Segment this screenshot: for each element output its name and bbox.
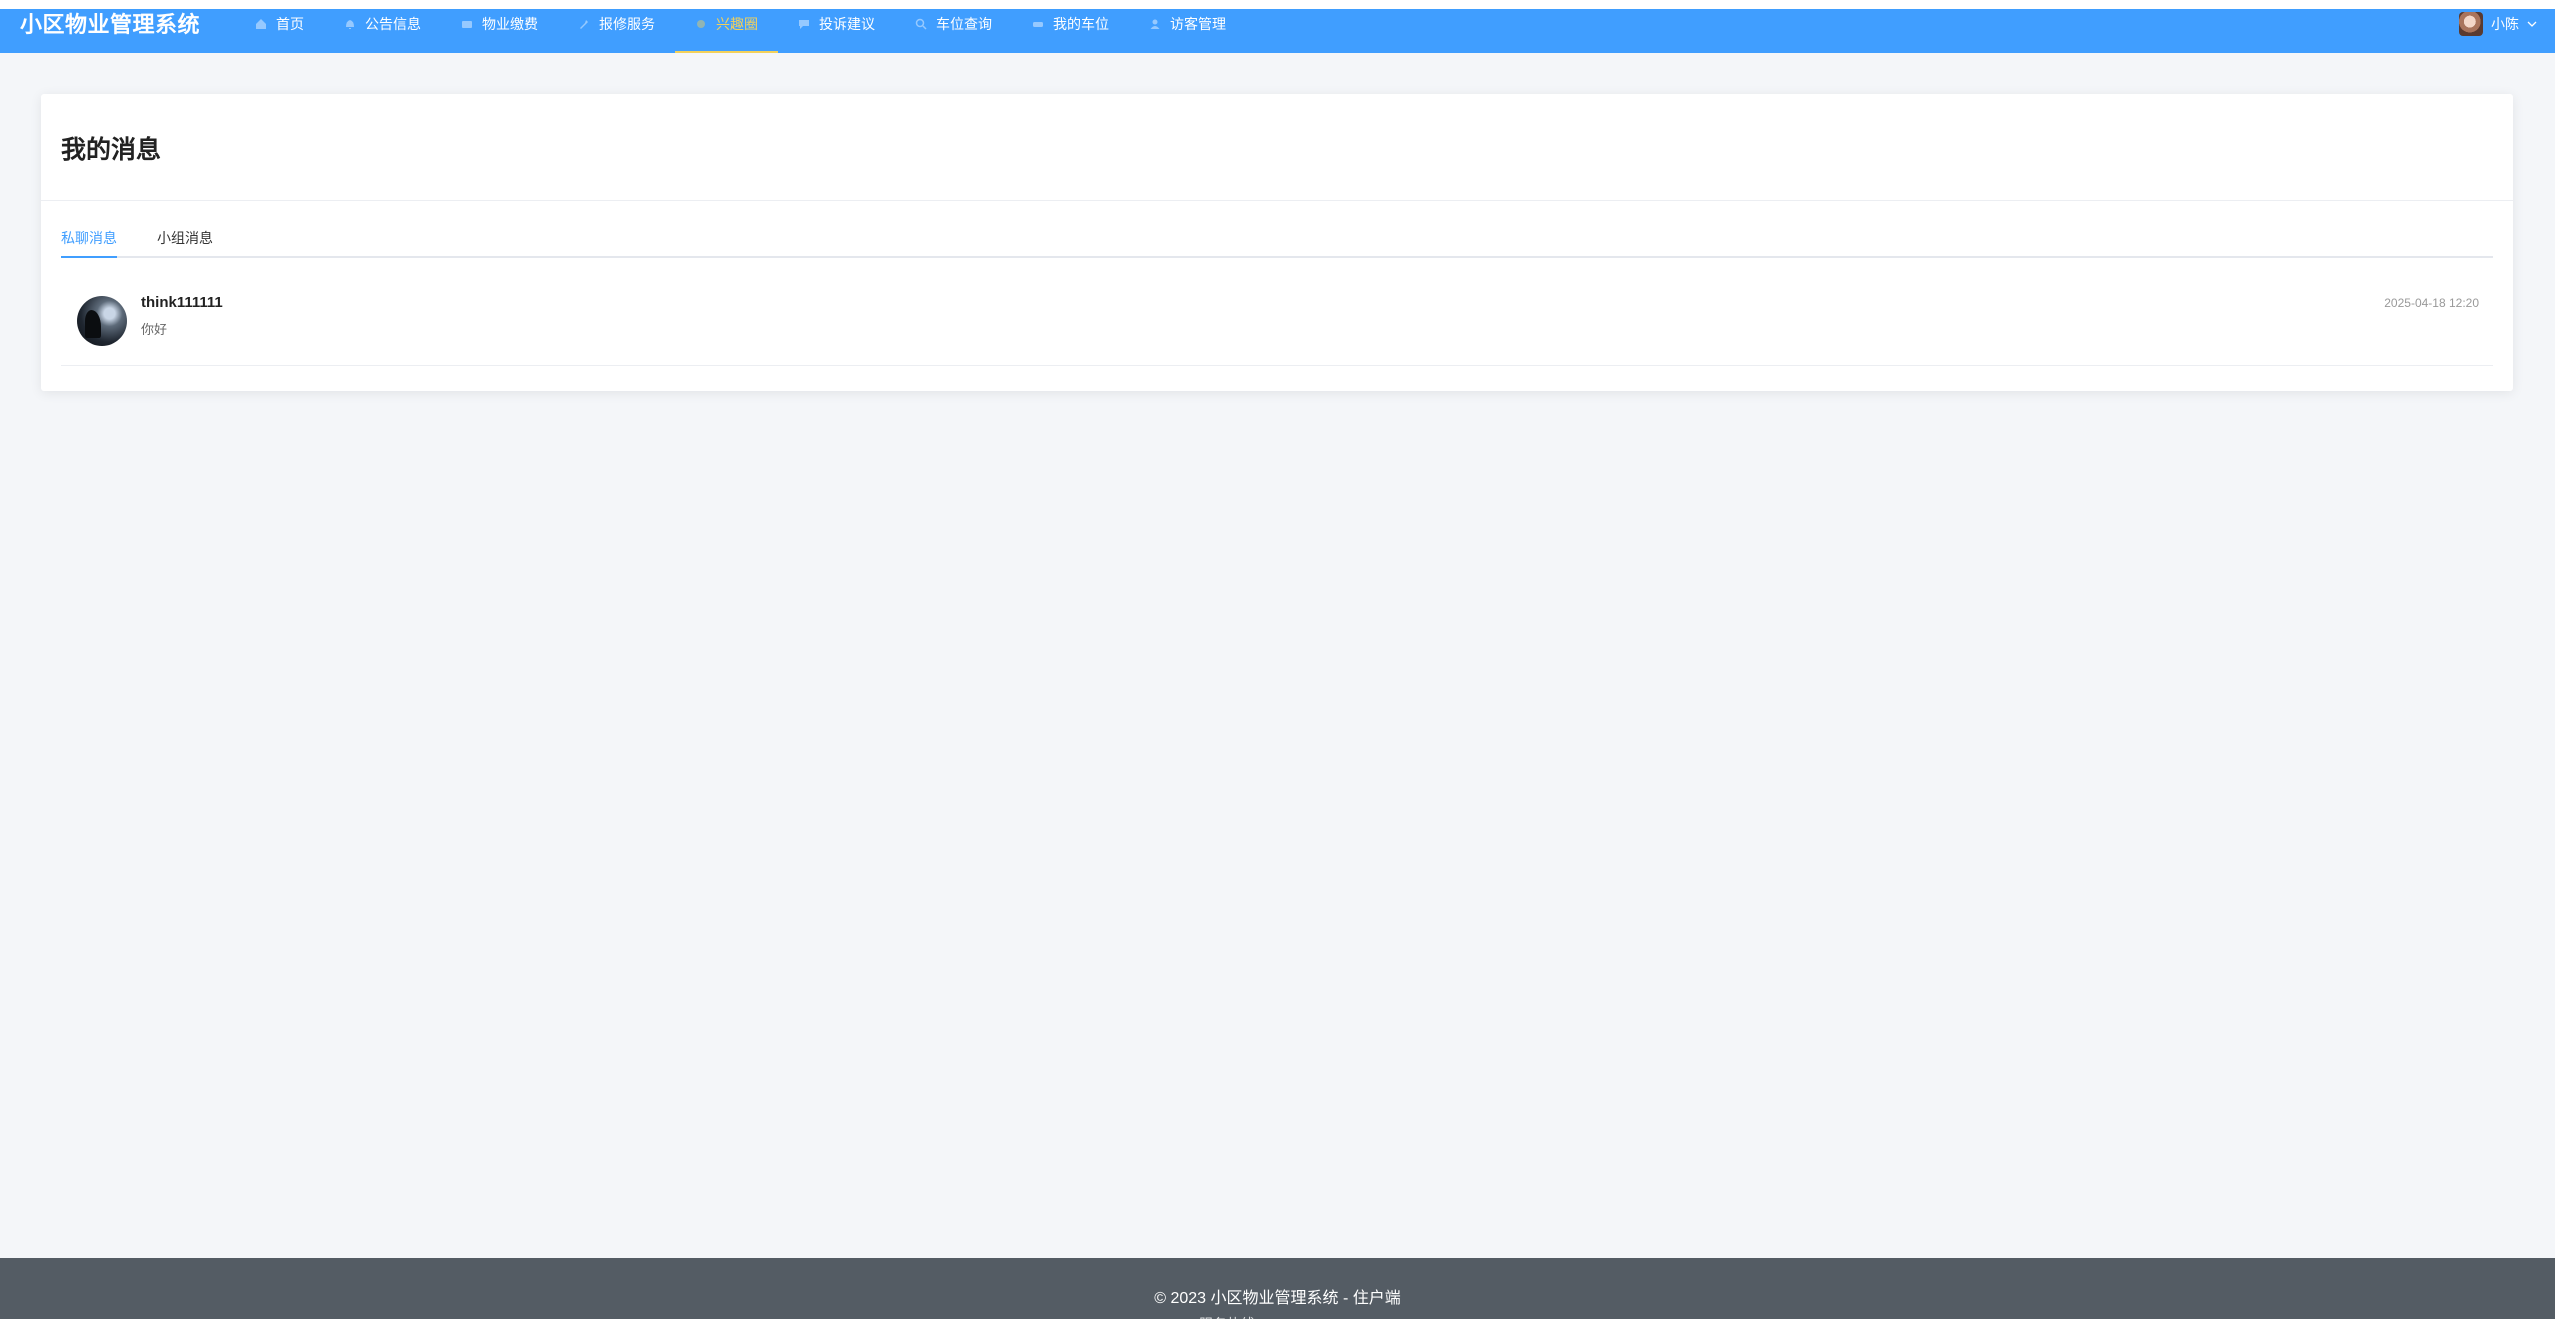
user-icon [1150, 19, 1160, 29]
messages-card: 我的消息 私聊消息 小组消息 think111111 你好 2025-04-18… [41, 94, 2513, 391]
nav-item-property-fees[interactable]: 物业缴费 [441, 9, 558, 53]
search-icon [915, 18, 927, 30]
sender-name: think111111 [141, 294, 223, 311]
nav-item-parking-search[interactable]: 车位查询 [895, 9, 1012, 53]
nav-item-complaints[interactable]: 投诉建议 [778, 9, 895, 53]
home-icon [256, 19, 266, 29]
bottom-strip [0, 1319, 2555, 1331]
nav-item-label: 报修服务 [599, 16, 655, 32]
nav-item-home[interactable]: 首页 [235, 9, 324, 53]
top-strip [0, 0, 2555, 9]
user-name: 小陈 [2491, 16, 2519, 32]
chat-icon [799, 20, 809, 29]
user-menu[interactable]: 小陈 [2459, 9, 2537, 39]
message-timestamp: 2025-04-18 12:20 [2384, 296, 2479, 310]
circle-icon [697, 20, 705, 28]
nav-item-label: 投诉建议 [819, 16, 875, 32]
nav-item-label: 物业缴费 [482, 16, 538, 32]
chevron-down-icon[interactable] [2527, 19, 2537, 29]
nav-item-my-parking[interactable]: 我的车位 [1012, 9, 1129, 53]
message-item[interactable]: think111111 你好 2025-04-18 12:20 [61, 270, 2493, 366]
nav-item-label: 首页 [276, 16, 304, 32]
nav-item-visitors[interactable]: 访客管理 [1129, 9, 1246, 53]
nav-item-interest-circle[interactable]: 兴趣圈 [675, 9, 778, 53]
nav-item-label: 车位查询 [936, 16, 992, 32]
message-preview: 你好 [141, 322, 168, 337]
main-nav: 首页 公告信息 物业缴费 报修服务 兴趣圈 投诉建议 车位查询 我的车位 访客管… [235, 9, 1246, 53]
nav-item-repair-service[interactable]: 报修服务 [558, 9, 675, 53]
nav-item-label: 公告信息 [365, 16, 421, 32]
top-header: 小区物业管理系统 首页 公告信息 物业缴费 报修服务 兴趣圈 投诉建议 车位查询… [0, 9, 2555, 53]
user-avatar[interactable] [2459, 12, 2483, 36]
tab-group-messages[interactable]: 小组消息 [157, 228, 213, 256]
nav-item-label: 访客管理 [1170, 16, 1226, 32]
nav-item-label: 兴趣圈 [716, 16, 758, 32]
bell-icon [346, 20, 354, 29]
car-icon [1033, 22, 1043, 27]
page: 小区物业管理系统 首页 公告信息 物业缴费 报修服务 兴趣圈 投诉建议 车位查询… [0, 0, 2555, 1331]
page-title: 我的消息 [61, 136, 162, 164]
wallet-icon [462, 21, 472, 28]
footer: © 2023 小区物业管理系统 - 住户端 服务热线：400-000-0000 [0, 1258, 2555, 1319]
sender-avatar [77, 296, 127, 346]
nav-item-announcements[interactable]: 公告信息 [324, 9, 441, 53]
divider [41, 200, 2513, 201]
footer-copyright: © 2023 小区物业管理系统 - 住户端 [1154, 1290, 1401, 1307]
nav-item-label: 我的车位 [1053, 16, 1109, 32]
app-logo-title[interactable]: 小区物业管理系统 [20, 11, 200, 39]
message-tabs: 私聊消息 小组消息 [61, 228, 2493, 258]
wrench-icon [580, 20, 588, 29]
tab-private-messages[interactable]: 私聊消息 [61, 228, 117, 258]
